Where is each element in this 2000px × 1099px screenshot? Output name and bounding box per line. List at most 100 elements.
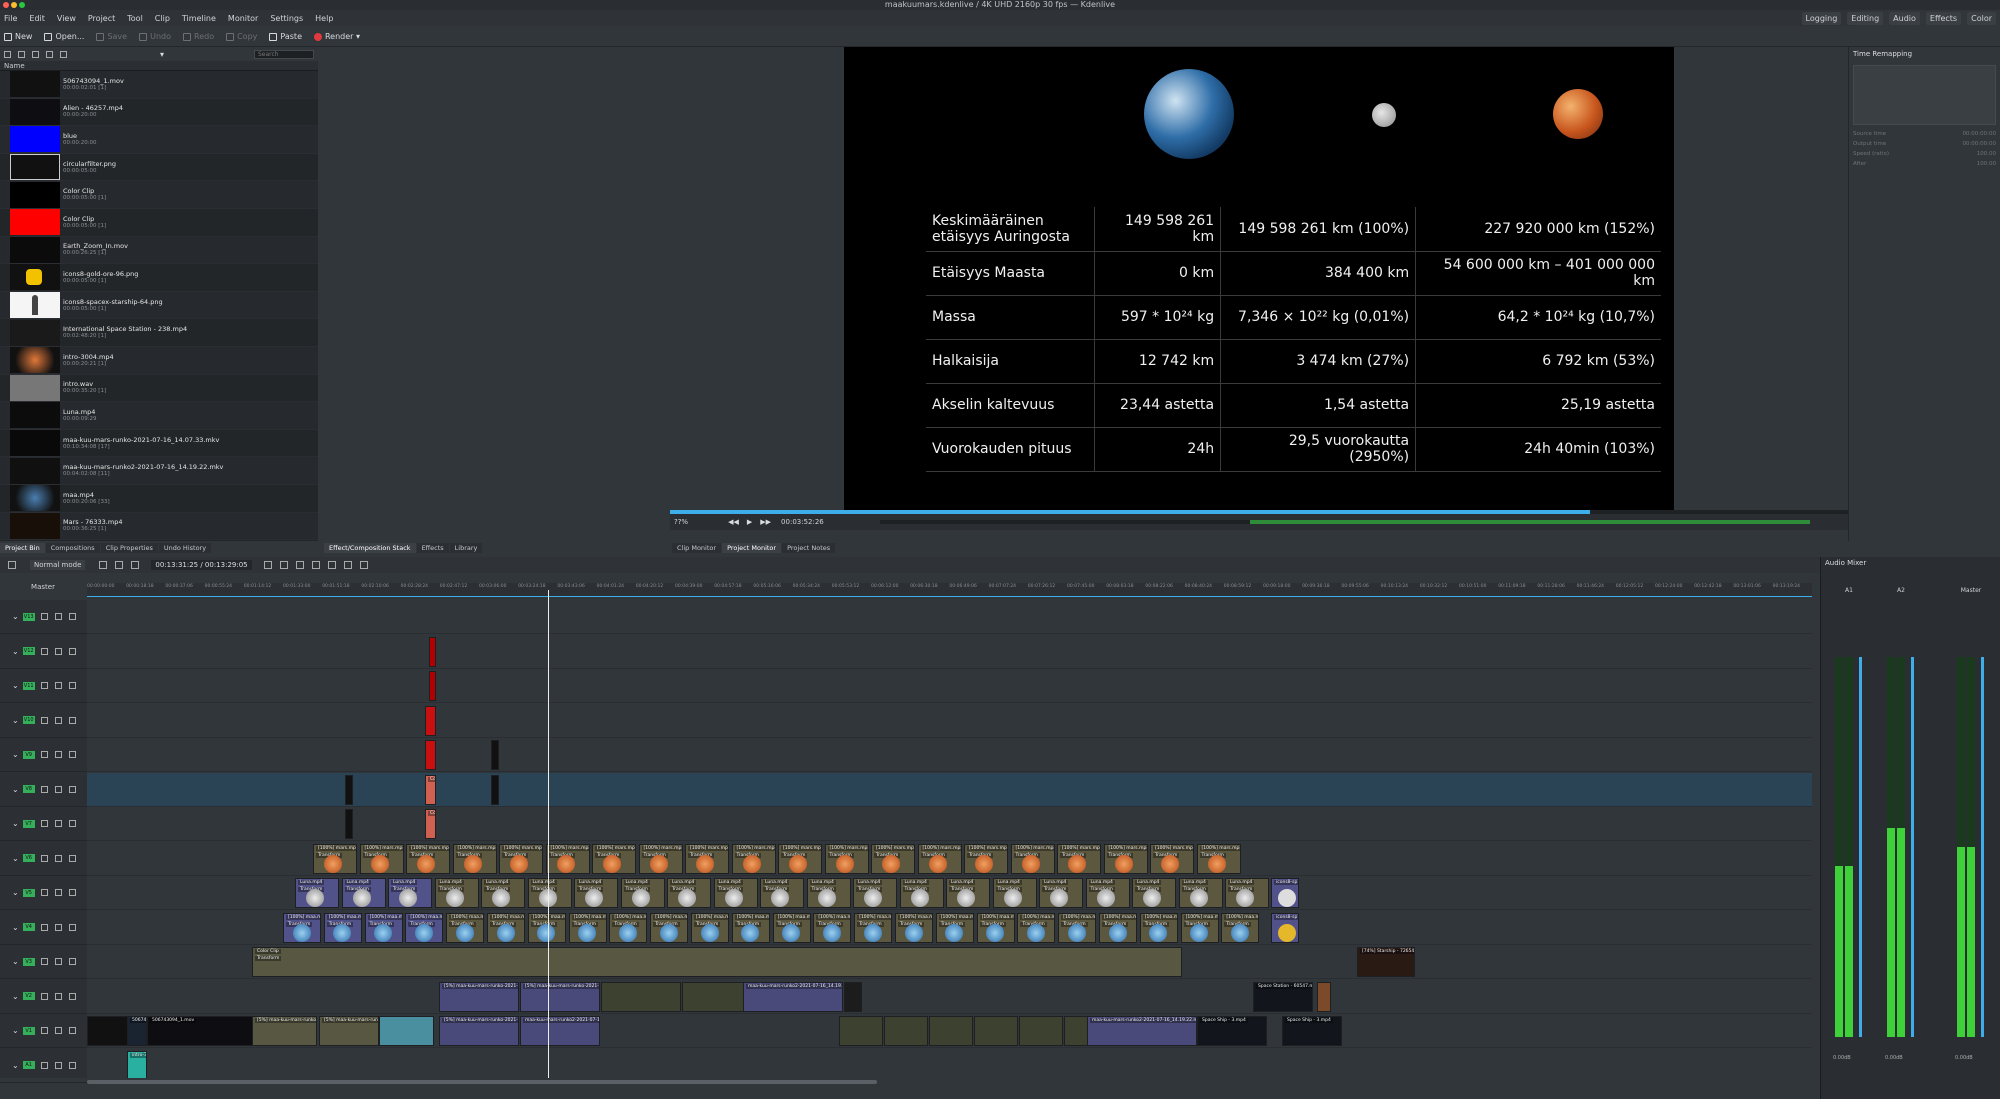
timeline-clip[interactable]: 506743094_1.mov: [147, 1016, 257, 1046]
timeline-clip[interactable]: [601, 981, 681, 1012]
render-button[interactable]: Render ▾: [313, 32, 360, 41]
bin-clip-item[interactable]: Earth_Zoom_In.mov 00:00:26:25 [1]: [0, 236, 318, 265]
timeline-clip[interactable]: icons8-sp: [1271, 912, 1299, 943]
track-header-v12[interactable]: ⌄ V12: [0, 635, 87, 669]
tab-library[interactable]: Library: [449, 543, 483, 553]
collapse-icon[interactable]: ⌄: [12, 957, 19, 966]
hide-icon[interactable]: [40, 958, 48, 965]
timeline-clip[interactable]: [5%] maa-kuu-mars-runko-2021-07-16_14.07…: [252, 1016, 317, 1046]
zoom-icon[interactable]: [359, 561, 368, 569]
bin-clip-item[interactable]: International Space Station - 238.mp4 00:…: [0, 319, 318, 347]
target-icon[interactable]: [54, 751, 62, 758]
timeline-clip[interactable]: maa-kuu-mars-runko2-2021-07-16_14.19.22.…: [1087, 1016, 1197, 1046]
timeline-clip[interactable]: [379, 1016, 434, 1046]
track-tag[interactable]: V8: [22, 785, 35, 793]
volume-fader[interactable]: [1859, 657, 1862, 1037]
timeline-clip[interactable]: Luna.mp4Transform: [760, 878, 804, 908]
lock-icon[interactable]: [68, 1027, 76, 1034]
lock-icon[interactable]: [68, 716, 76, 724]
menu-item-timeline[interactable]: Timeline: [182, 14, 216, 23]
timeline-clip[interactable]: [100%] maa.mp4Transform: [895, 912, 933, 943]
track-header-v5[interactable]: ⌄ V5: [0, 876, 87, 910]
timeline-clip[interactable]: [100%] maa.mp4Transform: [813, 912, 852, 943]
track-tag[interactable]: V4: [22, 923, 35, 931]
forward-icon[interactable]: ▶▶: [760, 518, 771, 526]
overwrite-icon[interactable]: [279, 561, 288, 569]
hide-icon[interactable]: [40, 682, 48, 689]
hide-icon[interactable]: [40, 647, 48, 655]
timeline-clip[interactable]: Luna.mp4Transform: [853, 878, 897, 908]
menu-item-settings[interactable]: Settings: [270, 14, 303, 23]
favorite-icon[interactable]: [327, 561, 336, 569]
menu-item-view[interactable]: View: [57, 14, 76, 23]
extract-icon[interactable]: [311, 561, 320, 569]
maximize-icon[interactable]: [19, 2, 25, 8]
track-header-v13[interactable]: ⌄ V13: [0, 600, 87, 634]
timeline-clip[interactable]: Space Ship - 3.mp4: [1197, 1016, 1267, 1046]
timeline-clip[interactable]: [345, 774, 353, 805]
target-icon[interactable]: [54, 613, 62, 620]
layout-audio[interactable]: Audio: [1889, 12, 1920, 25]
redo-button[interactable]: Redo: [183, 32, 214, 41]
timeline-clip[interactable]: [100%] maa.mp4Transform: [731, 912, 770, 943]
track-tag[interactable]: V10: [22, 716, 35, 724]
timeline-clip[interactable]: [100%] maa.mp4Transform: [527, 912, 566, 943]
hide-icon[interactable]: [40, 854, 48, 862]
tag-icon[interactable]: [46, 50, 53, 58]
track-header-v3[interactable]: ⌄ V3: [0, 945, 87, 979]
monitor-screen[interactable]: Keskimääräinen etäisyys Auringosta 149 59…: [844, 47, 1674, 512]
track-tag[interactable]: V1: [22, 1026, 35, 1035]
timeline-clip[interactable]: [100%] maa.mp4Transform: [935, 912, 974, 943]
lock-icon[interactable]: [68, 1061, 76, 1069]
timeline-clip[interactable]: Luna.mp4Transform: [1085, 878, 1130, 908]
bin-clip-item[interactable]: circularfilter.png 00:00:05:00: [0, 154, 318, 182]
timeline-clip[interactable]: [100%] maa.mp4Transform: [1139, 912, 1178, 943]
collapse-icon[interactable]: ⌄: [12, 785, 19, 794]
folder-icon[interactable]: [32, 50, 39, 58]
hide-icon[interactable]: [40, 889, 48, 896]
remap-field-value[interactable]: 100.00: [1977, 161, 1996, 167]
timeline-clip[interactable]: [100%] mars.mp4Transform: [917, 843, 962, 874]
list-icon[interactable]: [60, 50, 67, 58]
timeline-scrollbar[interactable]: [87, 1080, 877, 1084]
timeline-clip[interactable]: [100%] mars.mp4Transform: [313, 843, 357, 874]
timeline-clip[interactable]: Luna.mp4Transform: [806, 878, 851, 908]
track-tag[interactable]: A1: [22, 1061, 35, 1069]
remap-field[interactable]: Source time 00:00:00:00: [1849, 129, 2000, 139]
insert-icon[interactable]: [263, 561, 272, 569]
track-header-a1[interactable]: ⌄ A1: [0, 1049, 87, 1083]
menu-item-help[interactable]: Help: [315, 14, 333, 23]
lock-icon[interactable]: [68, 785, 76, 793]
remap-field-value[interactable]: 00:00:00:00: [1962, 141, 1996, 147]
timeline-clip[interactable]: Luna.mp4Transform: [946, 878, 990, 908]
timeline-clip[interactable]: [100%] mars.mp4Transform: [1010, 843, 1055, 874]
monitor-zone-bar[interactable]: [880, 520, 1810, 524]
bin-clip-item[interactable]: 506743094_1.mov 00:00:02:01 [1]: [0, 71, 318, 99]
collapse-icon[interactable]: ⌄: [12, 716, 19, 725]
timeline-clip[interactable]: [100%] maa.mp4Transform: [568, 912, 607, 943]
timeline-clip[interactable]: Color Clip: [425, 774, 436, 805]
bin-clip-item[interactable]: intro.wav 00:00:35:20 [1]: [0, 374, 318, 403]
target-icon[interactable]: [54, 647, 62, 655]
play-icon[interactable]: ▶: [747, 518, 752, 526]
timeline-clip[interactable]: 506743094_1.mov: [127, 1016, 147, 1046]
close-icon[interactable]: [3, 2, 9, 8]
rewind-icon[interactable]: ◀◀: [728, 518, 739, 526]
bin-clip-item[interactable]: Luna.mp4 00:00:09:29: [0, 402, 318, 430]
target-icon[interactable]: [54, 682, 62, 689]
lock-icon[interactable]: [68, 751, 76, 758]
timeline-clip[interactable]: [100%] mars.mp4Transform: [406, 843, 450, 874]
timeline-clip[interactable]: maa-kuu-mars-runko2-2021-07-16_14.19.22.…: [520, 1016, 600, 1046]
timeline-clip[interactable]: [491, 774, 499, 805]
timeline-clip[interactable]: Luna.mp4Transform: [1178, 878, 1223, 908]
target-icon[interactable]: [54, 854, 62, 862]
record-icon[interactable]: [343, 561, 352, 569]
timeline-clip[interactable]: [844, 981, 862, 1012]
target-icon[interactable]: [54, 958, 62, 965]
lock-icon[interactable]: [68, 854, 76, 862]
remap-field-value[interactable]: 100.00: [1977, 151, 1996, 157]
timeline-clip[interactable]: [100%] maa.mp4Transform: [487, 912, 525, 943]
timeline-clip[interactable]: maa-kuu-mars-runko2-2021-07-16_14.19.22.…: [743, 981, 843, 1012]
timeline-clip[interactable]: [100%] maa.mp4Transform: [446, 912, 485, 943]
new-button[interactable]: New: [4, 32, 32, 41]
